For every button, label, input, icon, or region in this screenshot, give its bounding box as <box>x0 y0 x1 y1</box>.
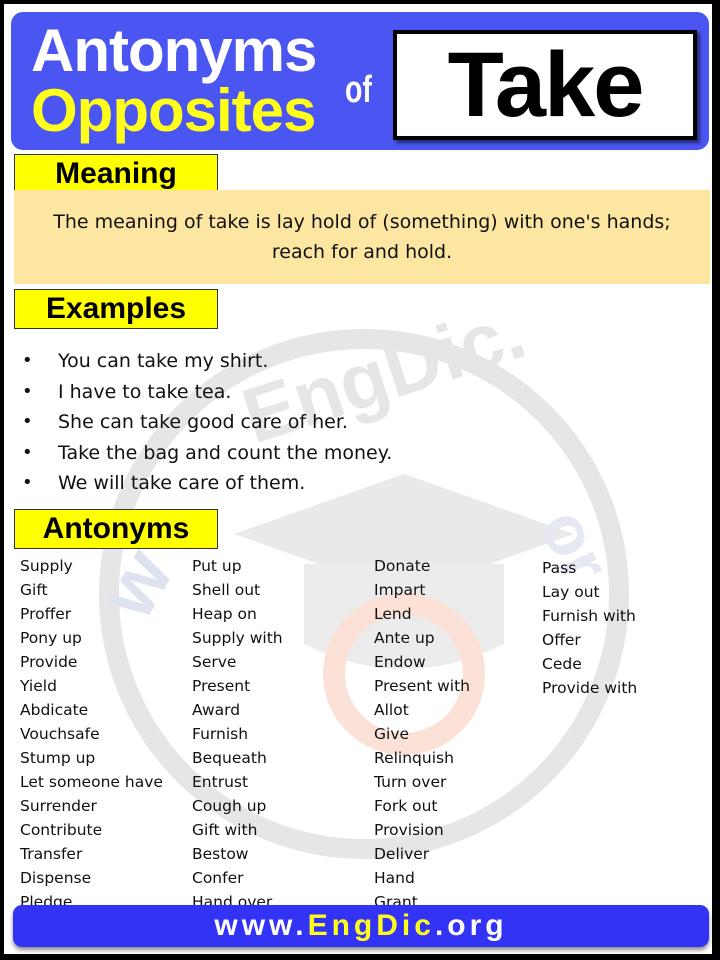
antonym-item: Entrust <box>192 773 249 791</box>
example-item: • She can take good care of her. <box>22 407 392 438</box>
antonym-item: Allot <box>374 701 409 719</box>
antonym-item: Abdicate <box>20 701 89 719</box>
antonym-item: Present with <box>374 677 470 695</box>
bullet-icon: • <box>22 472 33 493</box>
footer-url-prefix: www. <box>214 909 308 942</box>
antonym-item: Proffer <box>20 605 72 623</box>
title-opposites: Opposites <box>31 77 316 144</box>
antonym-item: Gift <box>20 581 48 599</box>
headword: Take <box>447 34 645 136</box>
antonym-item: Surrender <box>20 797 97 815</box>
antonym-item: Ante up <box>374 629 435 647</box>
meaning-heading: Meaning <box>14 154 218 194</box>
antonym-item: Yield <box>20 677 57 695</box>
antonym-item: Gift with <box>192 821 258 839</box>
antonym-item: Give <box>374 725 410 743</box>
antonym-item: Transfer <box>20 845 83 863</box>
antonym-item: Lend <box>374 605 412 623</box>
antonym-item: Provide <box>20 653 78 671</box>
antonym-item: Supply <box>20 557 73 575</box>
antonyms-heading: Antonyms <box>14 509 218 549</box>
antonym-item: Shell out <box>192 581 261 599</box>
meaning-box: The meaning of take is lay hold of (some… <box>14 190 710 284</box>
meaning-text: The meaning of take is lay hold of (some… <box>53 211 671 263</box>
antonyms-column-4: Pass Lay out Furnish with Offer Cede Provide … <box>542 556 637 700</box>
antonym-item: Offer <box>542 631 581 649</box>
example-item: • You can take my shirt. <box>22 346 392 377</box>
example-item: • I have to take tea. <box>22 377 392 408</box>
examples-list: • You can take my shirt. • I have to take … <box>22 346 392 499</box>
antonym-item: Let someone have <box>20 773 163 791</box>
title-connector: of <box>345 69 372 111</box>
antonym-item: Pass <box>542 559 577 577</box>
bullet-icon: • <box>22 411 33 432</box>
antonym-item: Hand <box>374 869 415 887</box>
antonym-item: Deliver <box>374 845 430 863</box>
antonym-item: Provision <box>374 821 444 839</box>
footer-url-brand: EngDic <box>307 909 435 942</box>
title-banner: Antonyms Opposites of Take <box>11 12 709 150</box>
antonym-item: Dispense <box>20 869 92 887</box>
page: w EngDic. or Antonyms Opposites of Take … <box>4 4 712 954</box>
example-item: • Take the bag and count the money. <box>22 438 392 469</box>
antonym-item: Relinquish <box>374 749 454 767</box>
antonym-item: Turn over <box>374 773 447 791</box>
antonym-item: Contribute <box>20 821 103 839</box>
antonym-item: Pony up <box>20 629 82 647</box>
antonym-item: Furnish with <box>542 607 636 625</box>
antonym-item: Serve <box>192 653 237 671</box>
antonym-item: Confer <box>192 869 244 887</box>
antonym-item: Supply with <box>192 629 283 647</box>
title-antonyms: Antonyms <box>31 17 317 84</box>
antonym-item: Furnish <box>192 725 249 743</box>
antonym-item: Present <box>192 677 251 695</box>
antonyms-column-2: Put up Shell out Heap on Supply with Serve Pr… <box>192 554 283 914</box>
antonym-item: Heap on <box>192 605 257 623</box>
example-item: • We will take care of them. <box>22 468 392 499</box>
antonym-item: Endow <box>374 653 426 671</box>
footer-banner: www. EngDic .org <box>13 905 709 947</box>
antonym-item: Fork out <box>374 797 438 815</box>
antonym-item: Impart <box>374 581 426 599</box>
antonym-item: Bequeath <box>192 749 267 767</box>
bullet-icon: • <box>22 350 33 371</box>
bullet-icon: • <box>22 380 33 402</box>
bullet-icon: • <box>22 441 33 463</box>
antonym-item: Cough up <box>192 797 267 815</box>
antonyms-column-3: Donate Impart Lend Ante up Endow Present with… <box>374 554 470 914</box>
antonym-item: Award <box>192 701 241 719</box>
antonym-item: Put up <box>192 557 242 575</box>
antonym-item: Vouchsafe <box>20 725 100 743</box>
antonym-item: Lay out <box>542 583 600 601</box>
antonyms-column-1: Supply Gift Proffer Pony up Provide Yield Abdi… <box>20 554 163 914</box>
antonym-item: Cede <box>542 655 582 673</box>
examples-heading: Examples <box>14 289 218 329</box>
antonym-item: Provide with <box>542 679 638 697</box>
antonym-item: Stump up <box>20 749 96 767</box>
footer-url-suffix: .org <box>434 909 508 942</box>
headword-box: Take <box>393 30 697 140</box>
antonym-item: Donate <box>374 557 431 575</box>
antonym-item: Bestow <box>192 845 249 863</box>
